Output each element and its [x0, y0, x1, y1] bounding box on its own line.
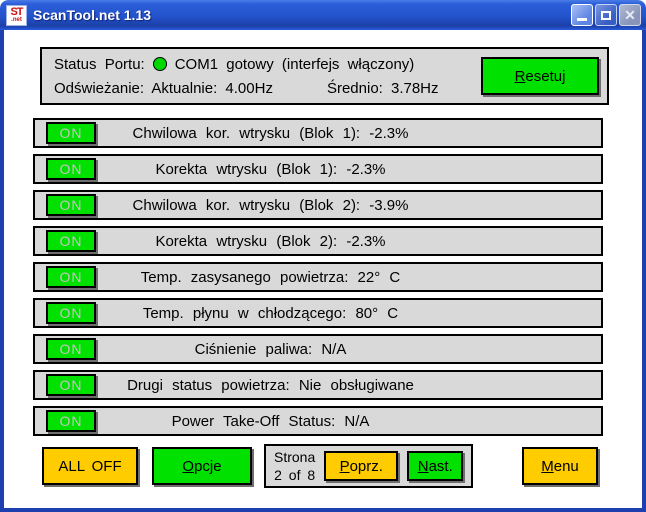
- sensor-label: Drugi status powietrza: Nie obsługiwane: [127, 376, 414, 394]
- sensor-row: ON Temp. płynu w chłodzącego: 80° C: [33, 298, 603, 328]
- close-button[interactable]: ✕: [619, 4, 641, 26]
- app-window: ST .net ScanTool.net 1.13 ✕ Status Portu…: [0, 0, 646, 512]
- window-body: Status Portu: COM1 gotowy (interfejs włą…: [0, 30, 646, 512]
- sensor-toggle-button[interactable]: ON: [46, 122, 96, 144]
- sensor-label: Chwilowa kor. wtrysku (Blok 2): -3.9%: [132, 196, 409, 214]
- prev-page-button-label: Poprz.: [339, 457, 383, 475]
- average-rate-text: Średnio: 3.78Hz: [326, 79, 439, 97]
- sensor-row: ON Temp. zasysanego powietrza: 22° C: [33, 262, 603, 292]
- next-page-button[interactable]: Nast.: [407, 451, 464, 481]
- sensor-toggle-button[interactable]: ON: [46, 158, 96, 180]
- page-indicator: Strona 2 of 8: [274, 448, 315, 484]
- sensor-rows: ON Chwilowa kor. wtrysku (Blok 1): -2.3%…: [33, 118, 642, 436]
- maximize-icon: [601, 10, 611, 20]
- sensor-row: ON Chwilowa kor. wtrysku (Blok 2): -3.9%: [33, 190, 603, 220]
- port-status-label: Status Portu:: [54, 55, 145, 73]
- port-status-line: Status Portu: COM1 gotowy (interfejs włą…: [54, 56, 473, 73]
- next-page-button-label: Nast.: [417, 457, 453, 475]
- sensor-label: Power Take-Off Status: N/A: [171, 412, 370, 430]
- sensor-label: Temp. płynu w chłodzącego: 80° C: [142, 304, 399, 322]
- app-icon-text: ST: [10, 6, 23, 18]
- port-status-indicator-icon: [152, 57, 167, 71]
- sensor-toggle-button[interactable]: ON: [46, 374, 96, 396]
- app-icon: ST .net: [6, 4, 27, 26]
- page-indicator-group: Strona 2 of 8 Poprz. Nast.: [264, 444, 474, 488]
- close-icon: ✕: [624, 7, 636, 23]
- sensor-label: Temp. zasysanego powietrza: 22° C: [140, 268, 401, 286]
- options-button-label: Opcje: [182, 457, 222, 475]
- all-off-button-label: ALL OFF: [58, 457, 122, 475]
- sensor-row: ON Drugi status powietrza: Nie obsługiwa…: [33, 370, 603, 400]
- refresh-rate-line: Odświeżanie: Aktualnie: 4.00Hz Średnio: …: [54, 80, 473, 97]
- sensor-row: ON Korekta wtrysku (Blok 1): -2.3%: [33, 154, 603, 184]
- menu-button[interactable]: Menu: [522, 447, 598, 485]
- maximize-button[interactable]: [595, 4, 617, 26]
- sensor-row: ON Power Take-Off Status: N/A: [33, 406, 603, 436]
- page-word: Strona: [274, 448, 316, 465]
- sensor-label: Korekta wtrysku (Blok 1): -2.3%: [155, 160, 386, 178]
- sensor-row: ON Chwilowa kor. wtrysku (Blok 1): -2.3%: [33, 118, 603, 148]
- status-panel: Status Portu: COM1 gotowy (interfejs włą…: [40, 47, 609, 105]
- sensor-toggle-button[interactable]: ON: [46, 230, 96, 252]
- reset-button[interactable]: Resetuj: [481, 57, 599, 95]
- sensor-toggle-button[interactable]: ON: [46, 266, 96, 288]
- minimize-button[interactable]: [571, 4, 593, 26]
- port-status-value: COM1 gotowy (interfejs włączony): [174, 55, 415, 73]
- sensor-toggle-button[interactable]: ON: [46, 194, 96, 216]
- sensor-row: ON Korekta wtrysku (Blok 2): -2.3%: [33, 226, 603, 256]
- menu-button-label: Menu: [541, 457, 579, 475]
- prev-page-button[interactable]: Poprz.: [324, 451, 399, 481]
- all-off-button[interactable]: ALL OFF: [42, 447, 138, 485]
- minimize-icon: [577, 18, 587, 21]
- sensor-toggle-button[interactable]: ON: [46, 338, 96, 360]
- sensor-row: ON Ciśnienie paliwa: N/A: [33, 334, 603, 364]
- status-text-block: Status Portu: COM1 gotowy (interfejs włą…: [54, 56, 473, 97]
- page-number: 2 of 8: [274, 467, 316, 483]
- sensor-toggle-button[interactable]: ON: [46, 410, 96, 432]
- sensor-label: Ciśnienie paliwa: N/A: [194, 340, 347, 358]
- refresh-rate-text: Odświeżanie: Aktualnie: 4.00Hz: [54, 79, 273, 97]
- window-controls: ✕: [571, 4, 641, 26]
- footer-bar: ALL OFF Opcje Strona 2 of 8 Poprz. Nast.…: [42, 444, 598, 488]
- app-icon-subtext: .net: [11, 17, 22, 23]
- sensor-toggle-button[interactable]: ON: [46, 302, 96, 324]
- window-title: ScanTool.net 1.13: [33, 7, 151, 23]
- sensor-label: Korekta wtrysku (Blok 2): -2.3%: [155, 232, 386, 250]
- sensor-label: Chwilowa kor. wtrysku (Blok 1): -2.3%: [132, 124, 409, 142]
- titlebar[interactable]: ST .net ScanTool.net 1.13 ✕: [0, 0, 646, 30]
- reset-button-label: Resetuj: [514, 67, 566, 85]
- options-button[interactable]: Opcje: [152, 447, 252, 485]
